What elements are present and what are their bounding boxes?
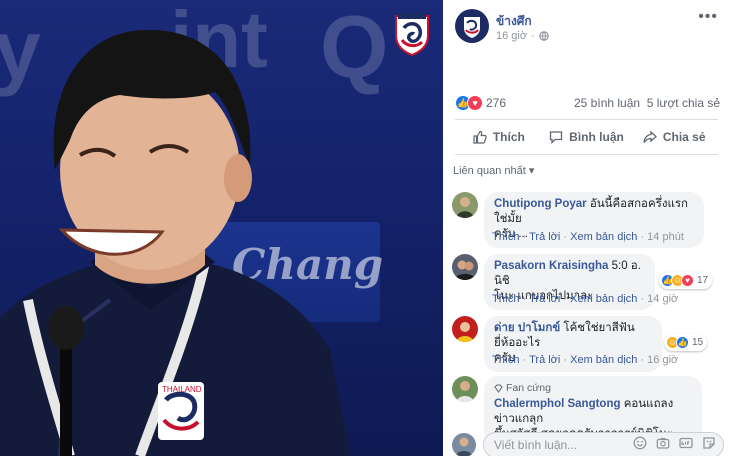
share-icon (643, 130, 657, 143)
comment-reaction-count: 17 (697, 275, 709, 286)
comment-like-link[interactable]: Thích (492, 231, 520, 243)
share-label: Chia sẻ (662, 130, 706, 144)
composer-tools (633, 436, 716, 450)
page-name-link[interactable]: ข้างศึก (496, 12, 532, 31)
thumbs-up-icon (473, 130, 487, 144)
jersey-text: THAILAND (162, 385, 202, 394)
comments-count-link[interactable]: 25 bình luận (574, 96, 640, 110)
comment-button[interactable]: Bình luận (543, 120, 631, 154)
comment-item: Chutipong Poyar อันนี้คือสกอครึ่งแรกใช่ม… (452, 192, 722, 248)
comment-like-link[interactable]: Thích (492, 293, 520, 305)
comment-author-link[interactable]: Pasakorn Kraisingha (494, 260, 608, 272)
globe-icon (538, 31, 549, 41)
like-button[interactable]: Thích (455, 120, 543, 154)
post-actions-bar: Thích Bình luận Chia sẻ (455, 119, 718, 155)
shares-count-link[interactable]: 5 lượt chia sẻ (647, 96, 720, 110)
comment-time[interactable]: 14 giờ (647, 293, 678, 305)
comment-actions: Thích · Trả lời · Xem bản dịch · 16 giờ (492, 354, 679, 366)
comment-reactions[interactable]: ☺ 👍 15 (664, 334, 708, 351)
comment-actions: Thích · Trả lời · Xem bản dịch · 14 giờ (492, 293, 679, 305)
sticker-icon[interactable] (702, 436, 716, 450)
current-user-avatar (452, 433, 476, 456)
commenter-avatar[interactable] (452, 376, 478, 402)
reaction-stats: 👍 ♥ 276 25 bình luận 5 lượt chia sẻ (455, 95, 720, 111)
like-reaction-icon: 👍 (676, 336, 689, 349)
fan-badge-label: Fan cứng (506, 382, 551, 394)
see-translation-link[interactable]: Xem bản dịch (570, 293, 637, 305)
comment-author-link[interactable]: Chalermphol Sangtong (494, 398, 621, 410)
page-logo-icon (464, 17, 480, 38)
diamond-icon (494, 384, 503, 393)
comment-reactions[interactable]: 👍 ☺ ♥ 17 (659, 272, 713, 289)
comment-actions: Thích · Trả lời · Xem bản dịch · 14 phút (492, 231, 684, 243)
page-avatar[interactable] (455, 9, 489, 43)
more-options-icon[interactable]: ••• (698, 8, 718, 26)
comment-reaction-count: 15 (692, 337, 704, 348)
see-translation-link[interactable]: Xem bản dịch (570, 231, 637, 243)
gif-icon[interactable] (679, 436, 693, 450)
commenter-avatar[interactable] (452, 254, 478, 280)
caret-down-icon: ▾ (528, 165, 535, 177)
comment-item: Fan cứng Chalermphol Sangtong คอนแถลงข่า… (452, 376, 722, 448)
sort-label: Liên quan nhất (453, 165, 526, 177)
share-button[interactable]: Chia sẻ (630, 120, 718, 154)
coach-figure: THAILAND (0, 29, 350, 456)
love-reaction-icon: ♥ (467, 95, 483, 111)
reaction-icons[interactable]: 👍 ♥ (455, 95, 483, 111)
like-label: Thích (492, 130, 525, 144)
comment-label: Bình luận (569, 130, 624, 144)
camera-icon[interactable] (656, 436, 670, 450)
comment-icon (550, 131, 563, 144)
reactions-count[interactable]: 276 (486, 96, 506, 110)
post-meta: 16 giờ · (496, 30, 549, 42)
post-time-link[interactable]: 16 giờ (496, 30, 527, 42)
separator-dot: · (531, 30, 535, 42)
commenter-avatar[interactable] (452, 316, 478, 342)
comment-author-link[interactable]: Chutipong Poyar (494, 198, 587, 210)
fan-badge: Fan cứng (494, 381, 692, 396)
comment-time[interactable]: 14 phút (647, 231, 684, 243)
comment-reply-link[interactable]: Trả lời (529, 354, 560, 366)
comment-reply-link[interactable]: Trả lời (529, 293, 560, 305)
comment-sort-dropdown[interactable]: Liên quan nhất ▾ (453, 164, 534, 177)
comment-composer: Viết bình luận... (452, 432, 724, 456)
comment-item: Pasakorn Kraisingha 5:0 อ. นิชิ โนะ แกบอ… (452, 254, 722, 310)
post-side-panel: ข้างศึก 16 giờ · ••• 👍 ♥ 276 25 bình luậ… (443, 0, 730, 456)
comment-author-link[interactable]: ด่าย ปาโมกข์ (494, 322, 560, 334)
love-reaction-icon: ♥ (681, 274, 694, 287)
comment-item: ด่าย ปาโมกข์ โค้ชใช่ยาสีฟันยี่ห้ออะไร คร… (452, 316, 722, 372)
commenter-avatar[interactable] (452, 192, 478, 218)
comment-reply-link[interactable]: Trả lời (529, 231, 560, 243)
comment-input-placeholder: Viết bình luận... (494, 438, 578, 452)
see-translation-link[interactable]: Xem bản dịch (570, 354, 637, 366)
comment-like-link[interactable]: Thích (492, 354, 520, 366)
comments-shares-count: 25 bình luận 5 lượt chia sẻ (574, 96, 720, 110)
post-photo[interactable]: y int Q Chang THAILAND (0, 0, 443, 456)
emoji-icon[interactable] (633, 436, 647, 450)
comment-time[interactable]: 16 giờ (647, 354, 678, 366)
